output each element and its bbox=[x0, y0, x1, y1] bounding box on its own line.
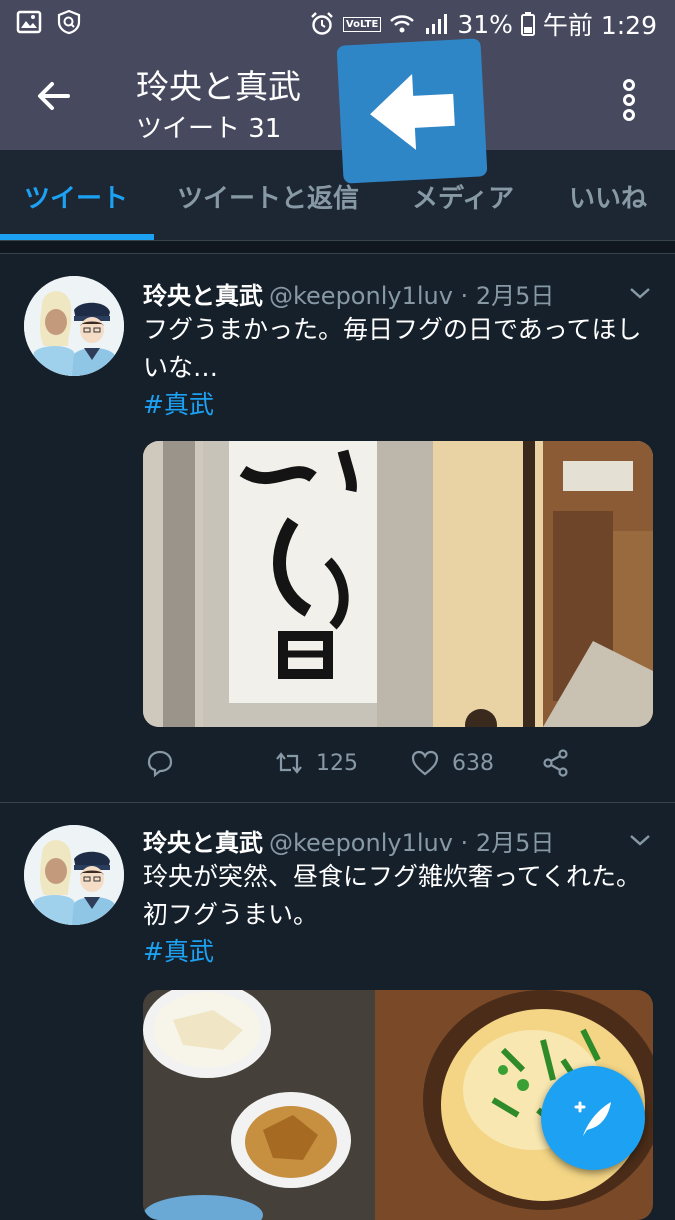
tweet-author-name[interactable]: 玲央と真武 bbox=[143, 829, 263, 857]
annotation-arrow-icon bbox=[336, 38, 488, 184]
tweet-count: ツイート 31 bbox=[136, 114, 282, 144]
reply-icon bbox=[147, 750, 173, 778]
clock: 午前 1:29 bbox=[542, 11, 657, 40]
wifi-icon bbox=[390, 15, 415, 33]
hashtag-link[interactable]: #真武 bbox=[143, 932, 214, 968]
more-options-icon[interactable] bbox=[621, 78, 637, 122]
chevron-down-icon[interactable] bbox=[629, 286, 651, 300]
profile-name-title: 玲央と真武 bbox=[136, 67, 301, 106]
tweet-card[interactable]: 玲央と真武 @keeponly1luv · 2月5日 フグうまかった。毎日フグの日… bbox=[0, 254, 675, 802]
alarm-icon bbox=[311, 12, 333, 35]
share-button[interactable] bbox=[541, 748, 571, 778]
battery-percent: 31% bbox=[457, 9, 513, 39]
reply-button[interactable] bbox=[145, 748, 175, 778]
compose-tweet-button[interactable] bbox=[541, 1066, 645, 1170]
tab-tweets[interactable]: ツイート bbox=[24, 178, 128, 215]
back-arrow-icon[interactable] bbox=[34, 76, 74, 116]
heart-icon bbox=[411, 750, 439, 776]
shield-icon bbox=[57, 9, 81, 35]
hashtag-link[interactable]: #真武 bbox=[143, 385, 214, 421]
signal-icon bbox=[426, 14, 448, 34]
like-count: 638 bbox=[452, 750, 494, 776]
tab-likes[interactable]: いいね bbox=[569, 178, 647, 215]
tweet-text: フグうまかった。毎日フグの日であってほしいな… bbox=[143, 315, 642, 382]
retweet-count: 125 bbox=[316, 750, 358, 776]
avatar[interactable] bbox=[24, 825, 124, 925]
retweet-icon bbox=[276, 752, 302, 774]
chevron-down-icon[interactable] bbox=[629, 833, 651, 847]
tweet-text: 玲央が突然、昼食にフグ雑炊奢ってくれた。初フグうまい。 bbox=[143, 862, 642, 929]
share-icon bbox=[543, 749, 568, 777]
tweet-handle-date: @keeponly1luv · 2月5日 bbox=[269, 829, 555, 857]
tweet-author-name[interactable]: 玲央と真武 bbox=[143, 282, 263, 310]
active-tab-indicator bbox=[0, 234, 154, 240]
compose-quill-icon bbox=[574, 1101, 611, 1136]
retweet-button[interactable]: 125 bbox=[274, 748, 358, 778]
section-divider bbox=[0, 241, 675, 254]
gallery-icon bbox=[16, 10, 42, 34]
tweet-actions: 125 638 bbox=[143, 748, 653, 788]
tab-tweets-and-replies[interactable]: ツイートと返信 bbox=[177, 178, 359, 215]
avatar[interactable] bbox=[24, 276, 124, 376]
volte-badge: VoLTE bbox=[342, 16, 382, 32]
battery-icon bbox=[520, 12, 535, 36]
tweet-handle-date: @keeponly1luv · 2月5日 bbox=[269, 282, 555, 310]
tweet-photo[interactable] bbox=[143, 441, 653, 727]
tweet-header: 玲央と真武 @keeponly1luv · 2月5日 bbox=[143, 276, 554, 311]
like-button[interactable]: 638 bbox=[410, 748, 494, 778]
tweet-header: 玲央と真武 @keeponly1luv · 2月5日 bbox=[143, 823, 554, 858]
